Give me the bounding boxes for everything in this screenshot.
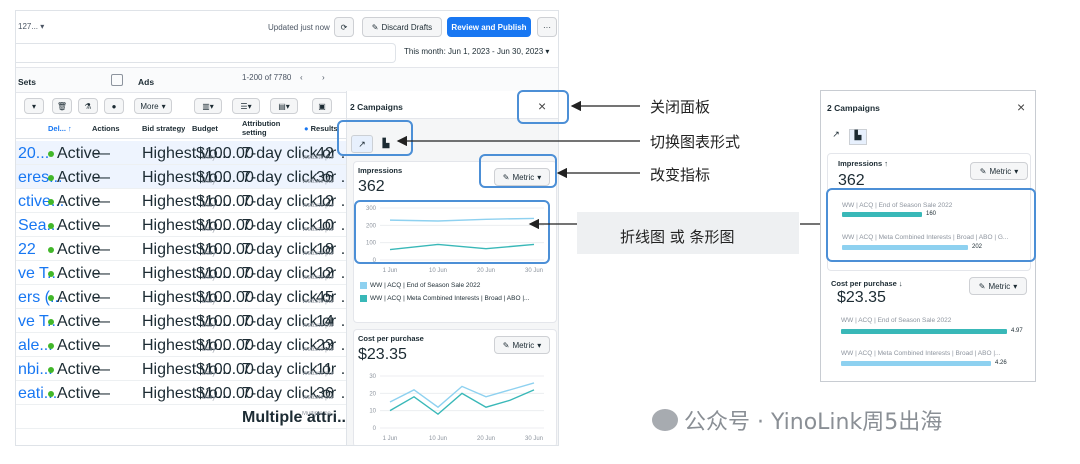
watermark: 公众号 · YinoLink周5出海 [652, 404, 942, 436]
rp-cpp-metric-dropdown[interactable]: ✎ Metric ▾ [969, 277, 1027, 295]
rp-metric-dropdown[interactable]: ✎ Metric ▾ [970, 162, 1028, 180]
rp-bar-value: 4.26 [995, 360, 1007, 366]
rp-cpp-label: Cost per purchase ↓ [831, 279, 903, 288]
rp-close-icon[interactable]: × [1017, 99, 1025, 115]
annotation-switch-chart: 切换图表形式 [650, 133, 741, 151]
bar-chart-callout-box [826, 188, 1036, 262]
rp-impressions-label: Impressions ↑ [838, 159, 889, 168]
rp-title: 2 Campaigns [827, 103, 880, 113]
rp-bar-chart-icon[interactable]: ▙ [849, 129, 867, 145]
rp-bar-value: 4.97 [1011, 328, 1023, 334]
rp-line-chart-icon[interactable]: ↗ [827, 129, 845, 145]
pencil-icon: ✎ [978, 281, 986, 291]
rp-bar-label: WW | ACQ | End of Season Sale 2022 [841, 317, 952, 324]
metric-label: Metric [989, 166, 1012, 176]
watermark-text: 公众号 · YinoLink周5出海 [684, 410, 943, 435]
rp-bar [841, 361, 991, 366]
metric-label: Metric [988, 281, 1011, 291]
rp-bar-label: WW | ACQ | Meta Combined Interests | Bro… [841, 350, 1001, 357]
rp-cpp-value: $23.35 [837, 289, 886, 306]
annotation-change-metric: 改变指标 [650, 166, 711, 184]
rp-bar [841, 329, 1007, 334]
pencil-icon: ✎ [979, 166, 987, 176]
wechat-icon [652, 409, 678, 431]
annotation-close-panel: 关闭面板 [650, 98, 711, 116]
annotation-line-or-bar: 折线图 或 条形图 [620, 228, 735, 246]
